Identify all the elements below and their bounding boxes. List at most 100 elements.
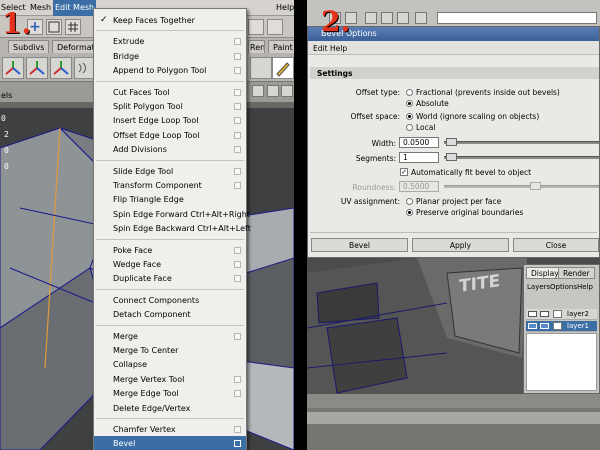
roundness-slider-handle[interactable] xyxy=(530,182,541,190)
bevel-button[interactable]: Bevel xyxy=(311,238,408,252)
toolbar-icon-right-2[interactable] xyxy=(267,19,283,35)
panel-icon-3[interactable] xyxy=(281,85,293,97)
toolbar-input-field[interactable] xyxy=(437,12,597,24)
shelf-icon-right[interactable] xyxy=(250,57,272,79)
panel-icon-2[interactable] xyxy=(267,85,279,97)
menu-item-wedge-face[interactable]: Wedge Face xyxy=(94,257,246,272)
close-button[interactable]: Close xyxy=(513,238,599,252)
layer-template-toggle[interactable] xyxy=(540,323,549,329)
option-box-icon[interactable] xyxy=(234,275,241,283)
menu-item-split-polygon-tool[interactable]: Split Polygon Tool xyxy=(94,99,246,114)
toolbar-icon[interactable] xyxy=(381,12,393,24)
layer-color-swatch[interactable] xyxy=(553,322,562,330)
layer-visibility-toggle[interactable] xyxy=(528,311,537,317)
menu-item-transform-component[interactable]: Transform Component xyxy=(94,178,246,193)
menu-item-add-divisions[interactable]: Add Divisions xyxy=(94,142,246,157)
option-box-icon[interactable] xyxy=(234,375,241,383)
option-box-icon[interactable] xyxy=(234,146,241,154)
shelf-tab-subdivs[interactable]: Subdivs xyxy=(8,40,50,53)
layer-menu-layers[interactable]: Layers xyxy=(527,283,550,291)
toolbar-icon[interactable] xyxy=(46,19,62,35)
option-box-icon[interactable] xyxy=(234,182,241,189)
layer-row[interactable]: layer2 xyxy=(526,309,597,320)
layer-menu-help[interactable]: Help xyxy=(577,283,593,291)
menu-item-append-to-polygon-tool[interactable]: Append to Polygon Tool xyxy=(94,63,246,78)
option-box-icon[interactable] xyxy=(234,117,241,125)
option-box-icon[interactable] xyxy=(234,67,241,75)
panel-icon[interactable] xyxy=(252,85,264,97)
menu-help[interactable]: Help xyxy=(276,3,294,12)
menu-item-collapse[interactable]: Collapse xyxy=(94,357,246,372)
menu-item-offset-edge-loop-tool[interactable]: Offset Edge Loop Tool xyxy=(94,128,246,143)
menu-item-cut-faces-tool[interactable]: Cut Faces Tool xyxy=(94,85,246,100)
shelf-tab-rendering[interactable]: Rendering xyxy=(248,40,265,53)
toolbar-icon[interactable] xyxy=(415,12,427,24)
option-box-icon[interactable] xyxy=(234,88,241,96)
menu-mesh[interactable]: Mesh xyxy=(30,3,51,12)
menu-item-spin-edge-backward-ctrl-alt-left[interactable]: Spin Edge Backward Ctrl+Alt+Left xyxy=(94,221,251,236)
shelf-axis-icon-2[interactable] xyxy=(26,57,48,79)
uv-planar-radio[interactable] xyxy=(406,198,413,205)
roundness-input[interactable]: 0.5000 xyxy=(399,181,439,192)
panels-menu-label[interactable]: els xyxy=(1,91,12,100)
menu-item-merge[interactable]: Merge xyxy=(94,329,246,344)
option-box-icon[interactable] xyxy=(234,167,241,175)
layer-tab-render[interactable]: Render xyxy=(558,267,595,279)
segments-slider-track[interactable] xyxy=(444,156,599,159)
menu-item-flip-triangle-edge[interactable]: Flip Triangle Edge xyxy=(94,192,246,207)
option-box-icon[interactable] xyxy=(234,390,241,398)
option-box-icon[interactable] xyxy=(234,440,241,448)
menu-item-bridge[interactable]: Bridge xyxy=(94,49,246,64)
layer-menu-options[interactable]: Options xyxy=(550,283,577,291)
menu-item-duplicate-face[interactable]: Duplicate Face xyxy=(94,271,246,286)
settings-section-header[interactable]: Settings xyxy=(310,67,599,79)
layer-visibility-toggle[interactable] xyxy=(528,323,537,329)
option-box-icon[interactable] xyxy=(234,261,241,268)
menu-item-detach-component[interactable]: Detach Component xyxy=(94,307,246,322)
option-box-icon[interactable] xyxy=(234,246,241,254)
roundness-slider-track[interactable] xyxy=(444,185,599,188)
menu-item-connect-components[interactable]: Connect Components xyxy=(94,293,246,308)
range-slider[interactable] xyxy=(307,412,600,424)
menu-item-poke-face[interactable]: Poke Face xyxy=(94,243,246,258)
menu-item-extrude[interactable]: Extrude xyxy=(94,34,246,49)
bevel-menu-help[interactable]: Help xyxy=(330,44,347,53)
option-box-icon[interactable] xyxy=(234,332,241,340)
layer-template-toggle[interactable] xyxy=(540,311,549,317)
shelf-axis-icon[interactable] xyxy=(2,57,24,79)
menu-item-delete-edge-vertex[interactable]: Delete Edge/Vertex xyxy=(94,401,246,416)
option-box-icon[interactable] xyxy=(234,38,241,46)
offset-type-fractional-radio[interactable] xyxy=(406,89,413,96)
auto-fit-checkbox[interactable]: ✓ xyxy=(400,168,408,176)
layer-row[interactable]: layer1 xyxy=(526,321,597,332)
time-slider[interactable] xyxy=(307,394,600,408)
apply-button[interactable]: Apply xyxy=(412,238,509,252)
menu-edit-mesh[interactable]: Edit Mesh xyxy=(53,0,97,16)
toolbar-icon[interactable] xyxy=(397,12,409,24)
menu-item-chamfer-vertex[interactable]: Chamfer Vertex xyxy=(94,422,246,437)
menu-item-insert-edge-loop-tool[interactable]: Insert Edge Loop Tool xyxy=(94,113,246,128)
menu-item-merge-to-center[interactable]: Merge To Center xyxy=(94,343,246,358)
option-box-icon[interactable] xyxy=(234,131,241,139)
menu-item-keep-faces-together[interactable]: ✓ Keep Faces Together xyxy=(94,13,246,28)
menu-item-merge-edge-tool[interactable]: Merge Edge Tool xyxy=(94,386,246,401)
menu-item-slide-edge-tool[interactable]: Slide Edge Tool xyxy=(94,164,246,179)
shelf-axis-icon-3[interactable] xyxy=(50,57,72,79)
option-box-icon[interactable] xyxy=(234,52,241,60)
width-slider-handle[interactable] xyxy=(446,138,457,146)
option-box-icon[interactable] xyxy=(234,103,241,110)
uv-preserve-radio[interactable] xyxy=(406,209,413,216)
shelf-tab-paint[interactable]: Paint xyxy=(268,40,294,53)
segments-slider-handle[interactable] xyxy=(446,153,457,161)
bevel-menu-edit[interactable]: Edit xyxy=(313,44,328,53)
toolbar-icon[interactable] xyxy=(365,12,377,24)
width-input[interactable]: 0.0500 xyxy=(399,137,439,148)
segments-input[interactable]: 1 xyxy=(399,152,439,163)
menu-item-spin-edge-forward-ctrl-alt-right[interactable]: Spin Edge Forward Ctrl+Alt+Right xyxy=(94,207,250,222)
shelf-pencil-icon[interactable] xyxy=(272,57,294,79)
offset-type-absolute-radio[interactable] xyxy=(406,100,413,107)
menu-item-merge-vertex-tool[interactable]: Merge Vertex Tool xyxy=(94,372,246,387)
width-slider-track[interactable] xyxy=(444,141,599,144)
offset-space-local-radio[interactable] xyxy=(406,124,413,131)
grid-icon[interactable] xyxy=(65,19,81,35)
